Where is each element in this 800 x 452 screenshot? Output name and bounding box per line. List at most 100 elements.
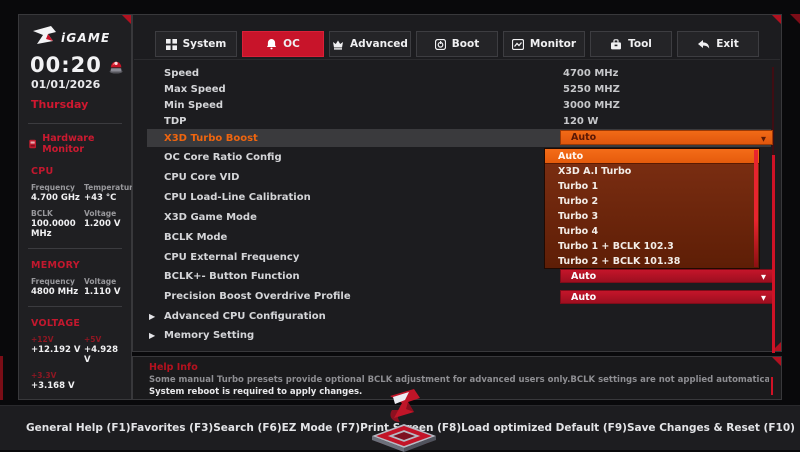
setting-row-min-speed[interactable]: Min Speed 3000 MHZ [147, 97, 771, 113]
setting-row-bclk-button-function[interactable]: BCLK+- Button Function Auto ▼ [147, 266, 773, 286]
footer-load-defaults[interactable]: Load optimized Default (F9) [461, 422, 627, 434]
setting-label: CPU Load-Line Calibration [164, 191, 311, 203]
hardware-monitor-icon [29, 139, 36, 149]
cpu-frequency-value: 4.700 GHz [31, 193, 80, 203]
setting-row-max-speed[interactable]: Max Speed 5250 MHZ [147, 81, 771, 97]
setting-row-advanced-cpu-configuration[interactable]: ▶ Advanced CPU Configuration [147, 306, 771, 326]
setting-value: 4700 MHz [563, 67, 619, 79]
footer-ez-mode[interactable]: EZ Mode (F7) [282, 422, 360, 434]
voltage-5v-label: +5V [84, 335, 102, 344]
setting-value: 5250 MHZ [563, 83, 620, 95]
clock-date: 01/01/2026 [31, 78, 101, 91]
igame-3d-emblem [372, 389, 436, 452]
cpu-bclk-label: BCLK [31, 209, 53, 218]
setting-label: X3D Game Mode [164, 211, 257, 223]
voltage-section-title: VOLTAGE [31, 318, 81, 329]
help-title: Help Info [149, 362, 198, 373]
options-scrollbar[interactable] [754, 150, 758, 267]
setting-label: BCLK Mode [164, 231, 228, 243]
footer-save-reset[interactable]: Save Changes & Reset (F10) [627, 422, 795, 434]
left-edge-accent [0, 356, 3, 400]
option-x3d-ai-turbo[interactable]: X3D A.I Turbo [545, 164, 759, 179]
footer-general-help[interactable]: General Help (F1) [26, 422, 131, 434]
cpu-section-title: CPU [31, 166, 54, 177]
x3d-turbo-boost-options-list: Auto X3D A.I Turbo Turbo 1 Turbo 2 Turbo… [544, 148, 760, 269]
setting-label: Speed [164, 67, 200, 79]
cpu-frequency-label: Frequency [31, 183, 75, 192]
option-turbo-1[interactable]: Turbo 1 [545, 179, 759, 194]
help-text-line1: Some manual Turbo presets provide option… [149, 375, 769, 385]
chevron-down-icon: ▼ [761, 273, 766, 281]
clock-weekday: Thursday [31, 98, 89, 111]
dropdown-value: Auto [571, 270, 597, 282]
sidebar-divider [28, 123, 122, 124]
cpu-temperature-label: Temperature [84, 183, 138, 192]
help-corner-accent [772, 357, 781, 366]
submenu-arrow-icon: ▶ [149, 311, 156, 321]
setting-label: OC Core Ratio Config [164, 151, 282, 163]
help-text-line2: System reboot is required to apply chang… [149, 387, 363, 397]
setting-row-memory-setting[interactable]: ▶ Memory Setting [147, 325, 771, 345]
setting-value: 120 W [563, 115, 599, 127]
option-auto[interactable]: Auto [545, 149, 759, 164]
memory-frequency-label: Frequency [31, 277, 75, 286]
voltage-3v3-value: +3.168 V [31, 381, 75, 391]
setting-label: X3D Turbo Boost [164, 132, 258, 144]
setting-row-x3d-turbo-boost[interactable]: X3D Turbo Boost Auto ▼ [147, 129, 773, 147]
cpu-temperature-value: +43 °C [84, 193, 117, 203]
option-turbo-4[interactable]: Turbo 4 [545, 224, 759, 239]
footer-favorites[interactable]: Favorites (F3) [131, 422, 214, 434]
sidebar-corner-accent [122, 15, 131, 24]
cpu-voltage-label: Voltage [84, 209, 117, 218]
memory-section-title: MEMORY [31, 260, 80, 271]
pbo-profile-dropdown[interactable]: Auto ▼ [560, 290, 773, 304]
setting-label: Advanced CPU Configuration [164, 310, 326, 322]
cpu-voltage-value: 1.200 V [84, 219, 121, 229]
cpu-bclk-value: 100.0000 MHz [31, 219, 76, 239]
option-turbo-3[interactable]: Turbo 3 [545, 209, 759, 224]
igame-logo-text: iGAME [61, 31, 110, 45]
setting-row-tdp[interactable]: TDP 120 W [147, 113, 771, 129]
setting-value: 3000 MHZ [563, 99, 620, 111]
setting-row-speed[interactable]: Speed 4700 MHz [147, 65, 771, 81]
main-panel: System OC Advanced Boot Monitor Tool Exi… [132, 14, 782, 353]
alarm-lamp-icon [109, 61, 123, 74]
clock-time: 00:20 [30, 53, 102, 77]
option-turbo-2-bclk[interactable]: Turbo 2 + BCLK 101.38 [545, 254, 759, 269]
submenu-arrow-icon: ▶ [149, 330, 156, 340]
sidebar-panel: iGAME 00:20 01/01/2026 Thursday Hardware… [18, 14, 138, 400]
setting-label: CPU Core VID [164, 171, 240, 183]
settings-list: Speed 4700 MHz Max Speed 5250 MHZ Min Sp… [133, 15, 781, 351]
setting-label: Min Speed [164, 99, 224, 111]
setting-label: Precision Boost Overdrive Profile [164, 290, 351, 302]
voltage-5v-value: +4.928 V [84, 345, 119, 365]
memory-frequency-value: 4800 MHz [31, 287, 79, 297]
option-turbo-1-bclk[interactable]: Turbo 1 + BCLK 102.3 [545, 239, 759, 254]
dropdown-value: Auto [571, 291, 597, 303]
setting-label: Max Speed [164, 83, 226, 95]
hardware-monitor-title: Hardware Monitor [42, 133, 95, 155]
voltage-12v-label: +12V [31, 335, 54, 344]
chevron-down-icon: ▼ [761, 134, 766, 143]
memory-voltage-label: Voltage [84, 277, 117, 286]
setting-row-pbo-profile[interactable]: Precision Boost Overdrive Profile Auto ▼ [147, 286, 773, 306]
igame-logo: iGAME [26, 25, 124, 49]
help-scrollbar[interactable] [771, 377, 773, 395]
help-panel: Help Info Some manual Turbo presets prov… [132, 356, 782, 400]
setting-label: TDP [164, 115, 187, 127]
dropdown-value: Auto [571, 132, 597, 143]
sidebar-divider [28, 306, 122, 307]
voltage-3v3-label: +3.3V [31, 371, 57, 380]
setting-label: BCLK+- Button Function [164, 270, 300, 282]
main-scrollbar-thumb[interactable] [772, 155, 775, 353]
x3d-turbo-boost-dropdown[interactable]: Auto ▼ [560, 130, 773, 145]
setting-label: CPU External Frequency [164, 251, 300, 263]
chevron-down-icon: ▼ [761, 294, 766, 302]
voltage-12v-value: +12.192 V [31, 345, 81, 355]
bclk-button-function-dropdown[interactable]: Auto ▼ [560, 269, 773, 283]
screen-corner-accent [790, 14, 800, 24]
option-turbo-2[interactable]: Turbo 2 [545, 194, 759, 209]
footer-search[interactable]: Search (F6) [213, 422, 281, 434]
memory-voltage-value: 1.110 V [84, 287, 121, 297]
